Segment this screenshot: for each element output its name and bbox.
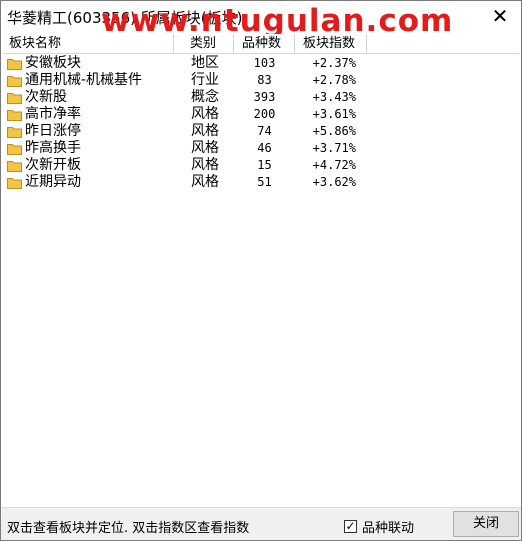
cell-category: 地区 [191,55,219,71]
table-row[interactable]: 昨日涨停 风格 74 +5.86% [3,123,519,140]
cell-index[interactable]: +3.61% [295,106,367,123]
cell-category: 风格 [191,106,219,122]
cell-category: 概念 [191,89,219,105]
column-header-count[interactable]: 品种数 [234,34,295,54]
table-row[interactable]: 高市净率 风格 200 +3.61% [3,106,519,123]
linkage-checkbox[interactable]: ✓ 品种联动 [344,517,414,536]
cell-name: 高市净率 [3,106,174,123]
table-row[interactable]: 通用机械-机械基件 行业 83 +2.78% [3,72,519,89]
sector-name: 高市净率 [25,106,81,122]
column-header-index[interactable]: 板块指数 [295,34,367,54]
folder-icon [7,75,22,87]
cell-index[interactable]: +3.62% [295,174,367,191]
cell-name: 次新开板 [3,157,174,174]
sector-name: 昨日涨停 [25,123,81,139]
cell-index[interactable]: +4.72% [295,157,367,174]
cell-count: 51 [257,175,272,189]
cell-category: 行业 [191,72,219,88]
list-rows: 安徽板块 地区 103 +2.37% 通用机械-机械基件 行业 83 +2.78% 次新股 概念 3… [3,55,519,191]
table-row[interactable]: 次新股 概念 393 +3.43% [3,89,519,106]
cell-count: 393 [253,90,276,104]
folder-icon [7,126,22,138]
cell-category: 风格 [191,174,219,190]
status-bar: 双击查看板块并定位. 双击指数区查看指数 ✓ 品种联动 关闭 [1,507,521,540]
sector-list[interactable]: 板块名称 类别 品种数 板块指数 安徽板块 地区 103 +2.37% 通用机械-机械基… [3,34,519,506]
close-button[interactable]: 关闭 [453,511,519,537]
header-filler [367,34,519,54]
folder-icon [7,177,22,189]
cell-name: 近期异动 [3,174,174,191]
cell-index[interactable]: +5.86% [295,123,367,140]
cell-category: 风格 [191,123,219,139]
list-header: 板块名称 类别 品种数 板块指数 [3,34,519,54]
column-header-name[interactable]: 板块名称 [3,34,174,54]
cell-category: 风格 [191,157,219,173]
sector-name: 通用机械-机械基件 [25,72,143,88]
cell-name: 安徽板块 [3,55,174,72]
column-header-category[interactable]: 类别 [174,34,234,54]
cell-index[interactable]: +3.71% [295,140,367,157]
cell-name: 昨高换手 [3,140,174,157]
cell-index[interactable]: +2.37% [295,55,367,72]
sector-name: 近期异动 [25,174,81,190]
sector-name: 安徽板块 [25,55,81,71]
sector-name: 次新股 [25,89,67,105]
cell-index[interactable]: +3.43% [295,89,367,106]
cell-count: 103 [253,56,276,70]
folder-icon [7,143,22,155]
cell-name: 次新股 [3,89,174,106]
cell-category: 风格 [191,140,219,156]
hint-text: 双击查看板块并定位. 双击指数区查看指数 [7,521,250,536]
folder-icon [7,160,22,172]
cell-index[interactable]: +2.78% [295,72,367,89]
table-row[interactable]: 安徽板块 地区 103 +2.37% [3,55,519,72]
cell-count: 200 [253,107,276,121]
folder-icon [7,58,22,70]
table-row[interactable]: 昨高换手 风格 46 +3.71% [3,140,519,157]
check-icon: ✓ [345,519,356,533]
checkbox-box[interactable]: ✓ [344,519,357,533]
title-bar: 华菱精工(603356) 所属板块(板块) www.ntugulan.com ✕ [1,1,521,39]
cell-count: 46 [257,141,272,155]
cell-name: 通用机械-机械基件 [3,72,174,89]
table-row[interactable]: 近期异动 风格 51 +3.62% [3,174,519,191]
folder-icon [7,92,22,104]
sector-name: 次新开板 [25,157,81,173]
cell-count: 83 [257,73,272,87]
linkage-label: 品种联动 [362,521,415,536]
table-row[interactable]: 次新开板 风格 15 +4.72% [3,157,519,174]
sector-dialog: 华菱精工(603356) 所属板块(板块) www.ntugulan.com ✕… [0,0,522,541]
folder-icon [7,109,22,121]
cell-name: 昨日涨停 [3,123,174,140]
cell-count: 15 [257,158,272,172]
sector-name: 昨高换手 [25,140,81,156]
cell-count: 74 [257,124,272,138]
close-icon[interactable]: ✕ [485,3,515,29]
